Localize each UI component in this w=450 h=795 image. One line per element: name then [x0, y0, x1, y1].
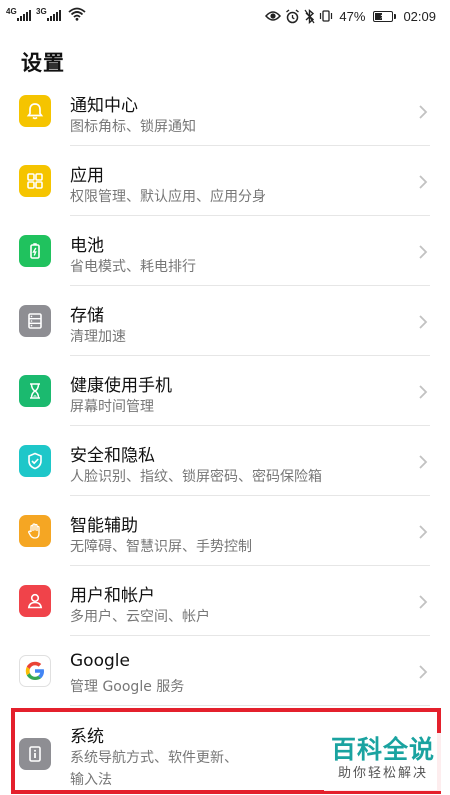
hourglass-icon: [19, 375, 51, 407]
settings-item-storage[interactable]: 存储 清理加速: [0, 286, 450, 356]
watermark: 百科全说 助你轻松解决: [324, 733, 442, 791]
google-icon: [19, 655, 51, 687]
chevron-right-icon: [419, 175, 428, 189]
settings-item-subtitle: 权限管理、默认应用、应用分身: [70, 189, 266, 205]
battery-icon: ⚡: [373, 10, 397, 22]
page-title: 设置: [21, 51, 65, 75]
settings-item-subtitle: 屏幕时间管理: [70, 399, 154, 415]
battery-icon: [19, 235, 51, 267]
chevron-right-icon: [419, 105, 428, 119]
settings-item-subtitle: 无障碍、智慧识屏、手势控制: [70, 539, 252, 555]
chevron-right-icon: [419, 455, 428, 469]
settings-item-subtitle: 人脸识别、指纹、锁屏密码、密码保险箱: [70, 469, 322, 485]
signal-icon: [17, 10, 31, 21]
apps-icon: [19, 165, 51, 197]
signal-icon-2: [47, 10, 61, 21]
chevron-right-icon: [419, 315, 428, 329]
shield-icon: [19, 445, 51, 477]
settings-item-subtitle: 图标角标、锁屏通知: [70, 119, 196, 135]
clock: 02:09: [403, 8, 436, 24]
settings-item-subtitle: 管理 Google 服务: [70, 679, 185, 695]
settings-item-title: 应用: [70, 166, 104, 186]
settings-item-title: 安全和隐私: [70, 446, 155, 466]
hand-icon: [19, 515, 51, 547]
user-icon: [19, 585, 51, 617]
settings-item-title: Google: [70, 651, 130, 671]
chevron-right-icon: [419, 595, 428, 609]
settings-item-users-accounts[interactable]: 用户和帐户 多用户、云空间、帐户: [0, 566, 450, 636]
settings-item-apps[interactable]: 应用 权限管理、默认应用、应用分身: [0, 146, 450, 216]
settings-item-title: 智能辅助: [70, 516, 138, 536]
settings-item-battery[interactable]: 电池 省电模式、耗电排行: [0, 216, 450, 286]
battery-percent: 47%: [339, 8, 366, 24]
chevron-right-icon: [419, 665, 428, 679]
settings-item-title: 存储: [70, 306, 104, 326]
settings-item-title: 健康使用手机: [70, 376, 172, 396]
chevron-right-icon: [419, 525, 428, 539]
bell-icon: [19, 95, 51, 127]
wifi-icon: [68, 7, 86, 21]
sim2-label: 3G: [36, 7, 47, 16]
settings-item-digital-balance[interactable]: 健康使用手机 屏幕时间管理: [0, 356, 450, 426]
bluetooth-icon: [304, 8, 315, 24]
settings-item-smart-assistance[interactable]: 智能辅助 无障碍、智慧识屏、手势控制: [0, 496, 450, 566]
chevron-right-icon: [419, 245, 428, 259]
settings-item-google[interactable]: Google 管理 Google 服务: [0, 636, 450, 706]
settings-item-subtitle: 省电模式、耗电排行: [70, 259, 196, 275]
settings-item-title: 电池: [70, 236, 104, 256]
vibrate-icon: [320, 10, 333, 22]
status-bar: 4G 3G 47% ⚡ 02:09: [0, 0, 450, 32]
watermark-title: 百科全说: [330, 735, 435, 764]
eye-icon: [265, 11, 282, 21]
alarm-icon: [286, 8, 300, 23]
settings-item-subtitle: 清理加速: [70, 329, 126, 345]
settings-item-security-privacy[interactable]: 安全和隐私 人脸识别、指纹、锁屏密码、密码保险箱: [0, 426, 450, 496]
storage-icon: [19, 305, 51, 337]
status-right: 47% ⚡ 02:09: [265, 6, 436, 26]
settings-item-title: 用户和帐户: [70, 586, 155, 606]
settings-item-subtitle: 多用户、云空间、帐户: [70, 609, 210, 625]
settings-item-notifications[interactable]: 通知中心 图标角标、锁屏通知: [0, 78, 450, 146]
chevron-right-icon: [419, 385, 428, 399]
watermark-subtitle: 助你轻松解决: [337, 766, 428, 781]
sim1-label: 4G: [6, 7, 17, 16]
settings-item-title: 通知中心: [70, 96, 138, 116]
